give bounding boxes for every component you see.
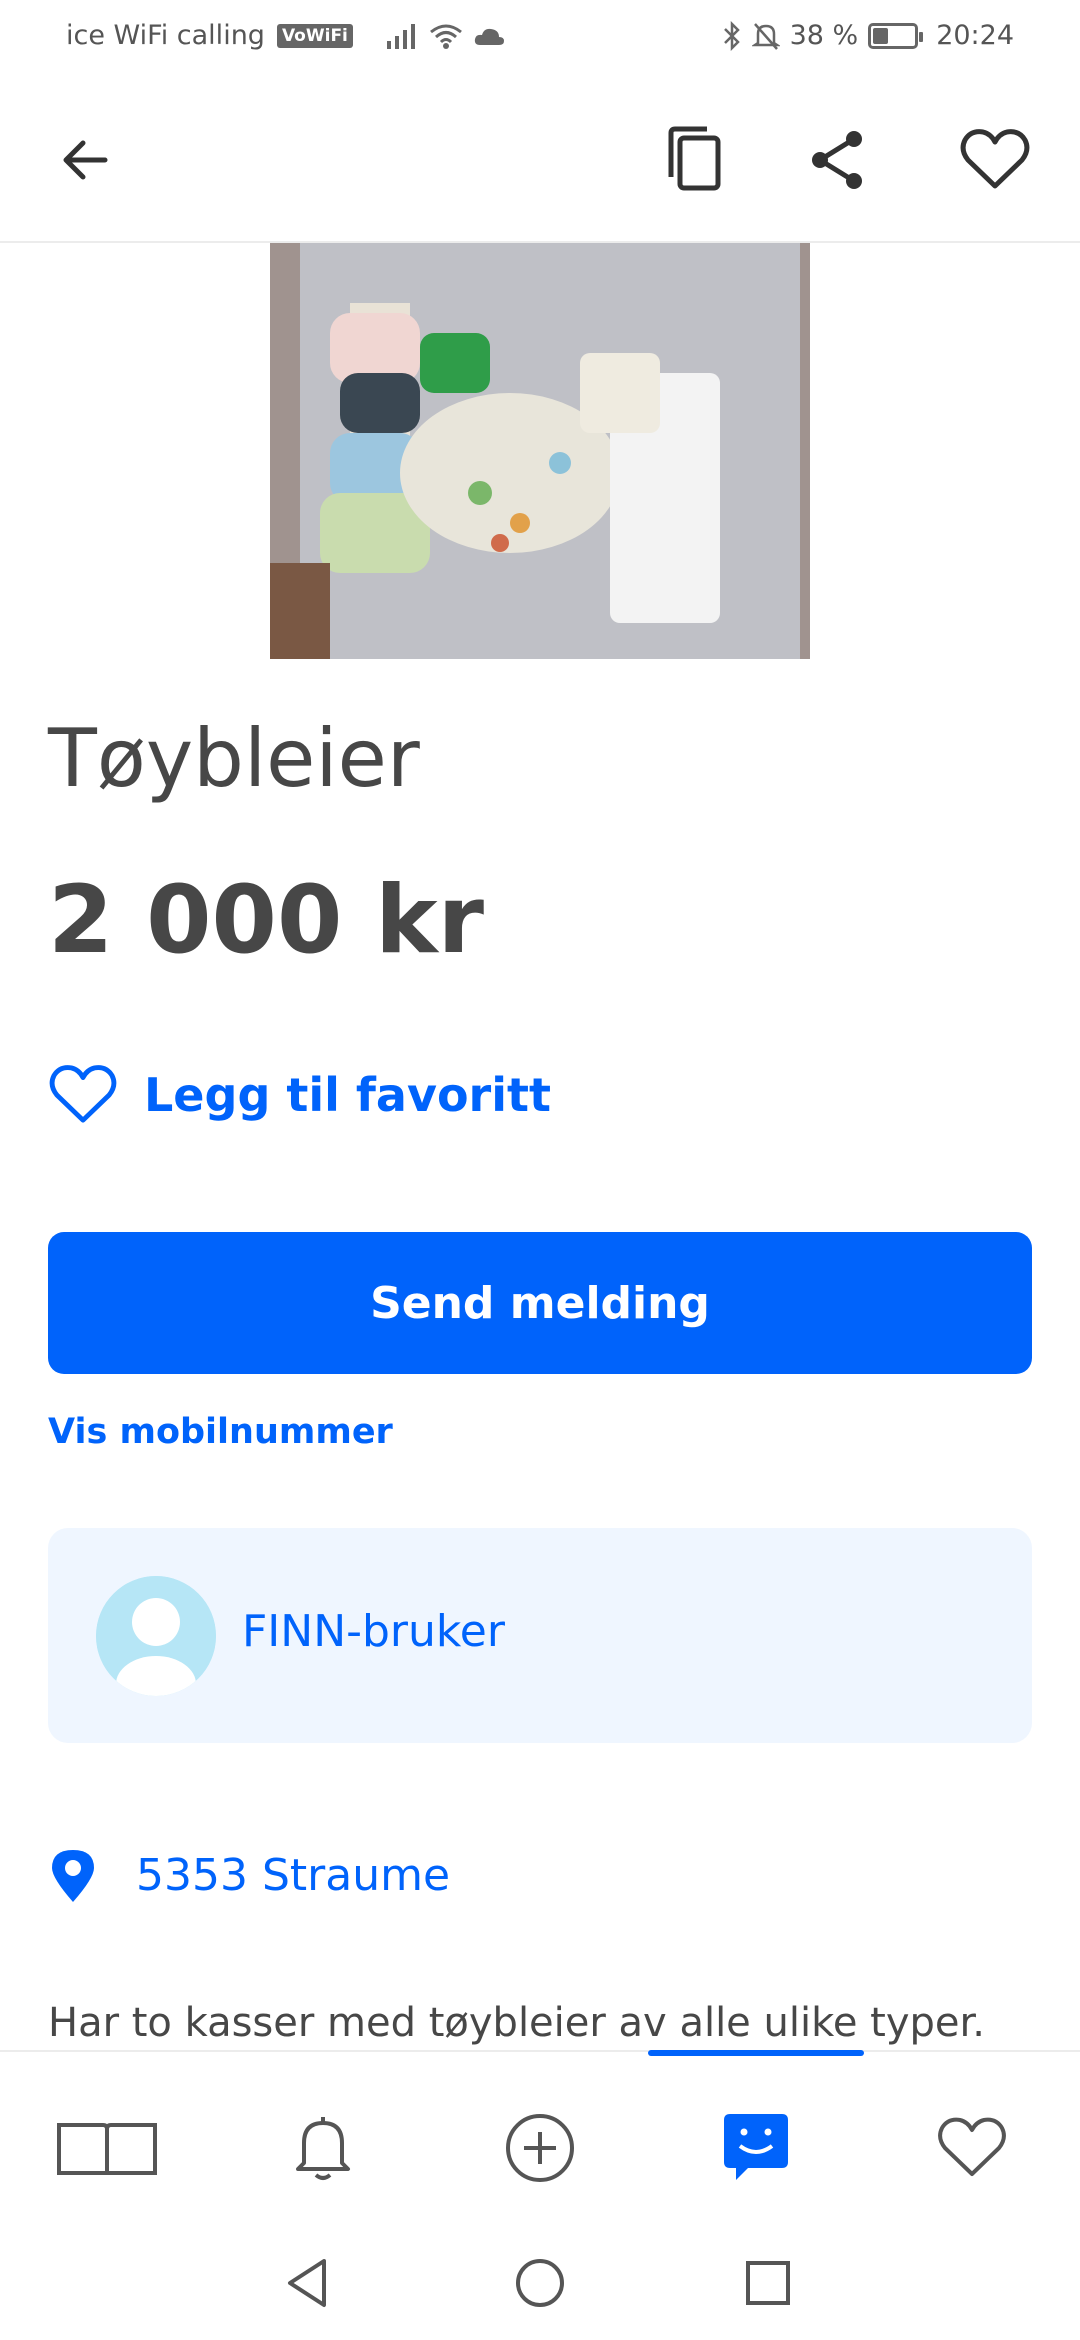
avatar (96, 1576, 216, 1696)
back-triangle-icon[interactable] (278, 2253, 338, 2313)
carrier-label: ice WiFi calling (66, 20, 265, 51)
back-arrow-icon[interactable] (40, 115, 130, 205)
signal-icon (386, 23, 415, 49)
status-bar: ice WiFi calling VoWiFi 38 % 20:24 (0, 0, 1080, 75)
status-icons (385, 22, 505, 50)
heart-icon[interactable] (917, 2108, 1027, 2188)
add-favorite-link[interactable]: Legg til favoritt (48, 1064, 551, 1126)
send-message-button[interactable]: Send melding (48, 1232, 1032, 1374)
app-bar (0, 75, 1080, 243)
wifi-icon (429, 24, 462, 49)
bottom-nav (0, 2050, 1080, 2225)
chat-icon[interactable] (701, 2108, 811, 2188)
listing-description: Har to kasser med tøybleier av alle ulik… (48, 2000, 985, 2046)
clock: 20:24 (936, 20, 1014, 51)
bell-icon[interactable] (268, 2108, 378, 2188)
seller-card[interactable]: FINN-bruker (48, 1528, 1032, 1743)
battery-icon (868, 22, 924, 49)
heart-outline-icon[interactable] (950, 115, 1040, 205)
add-circle-icon[interactable] (485, 2108, 595, 2188)
copy-icon[interactable] (650, 115, 740, 205)
bell-muted-icon (751, 22, 780, 50)
nav-indicator (648, 2050, 864, 2056)
system-nav (0, 2225, 1080, 2340)
listing-image[interactable] (270, 243, 810, 659)
share-icon[interactable] (792, 115, 882, 205)
add-favorite-label: Legg til favoritt (144, 1068, 551, 1122)
status-left: ice WiFi calling VoWiFi (66, 20, 505, 51)
battery-fill (873, 27, 889, 44)
show-phone-link[interactable]: Vis mobilnummer (48, 1412, 393, 1452)
vowifi-badge: VoWiFi (276, 23, 353, 48)
location-pin-icon (52, 1850, 94, 1902)
location-label: 5353 Straume (136, 1849, 451, 1901)
book-icon[interactable] (52, 2108, 162, 2188)
battery-percent: 38 % (789, 20, 859, 51)
heart-outline-icon (49, 1065, 117, 1123)
home-circle-icon[interactable] (510, 2253, 570, 2313)
seller-name[interactable]: FINN-bruker (242, 1606, 505, 1657)
location-link[interactable]: 5353 Straume (48, 1846, 450, 1904)
listing-title: Tøybleier (48, 712, 420, 805)
cloud-icon (474, 28, 504, 45)
bluetooth-icon (723, 20, 740, 51)
listing-price: 2 000 kr (48, 866, 484, 975)
status-right: 38 % 20:24 (722, 20, 1014, 51)
recents-square-icon[interactable] (738, 2253, 798, 2313)
